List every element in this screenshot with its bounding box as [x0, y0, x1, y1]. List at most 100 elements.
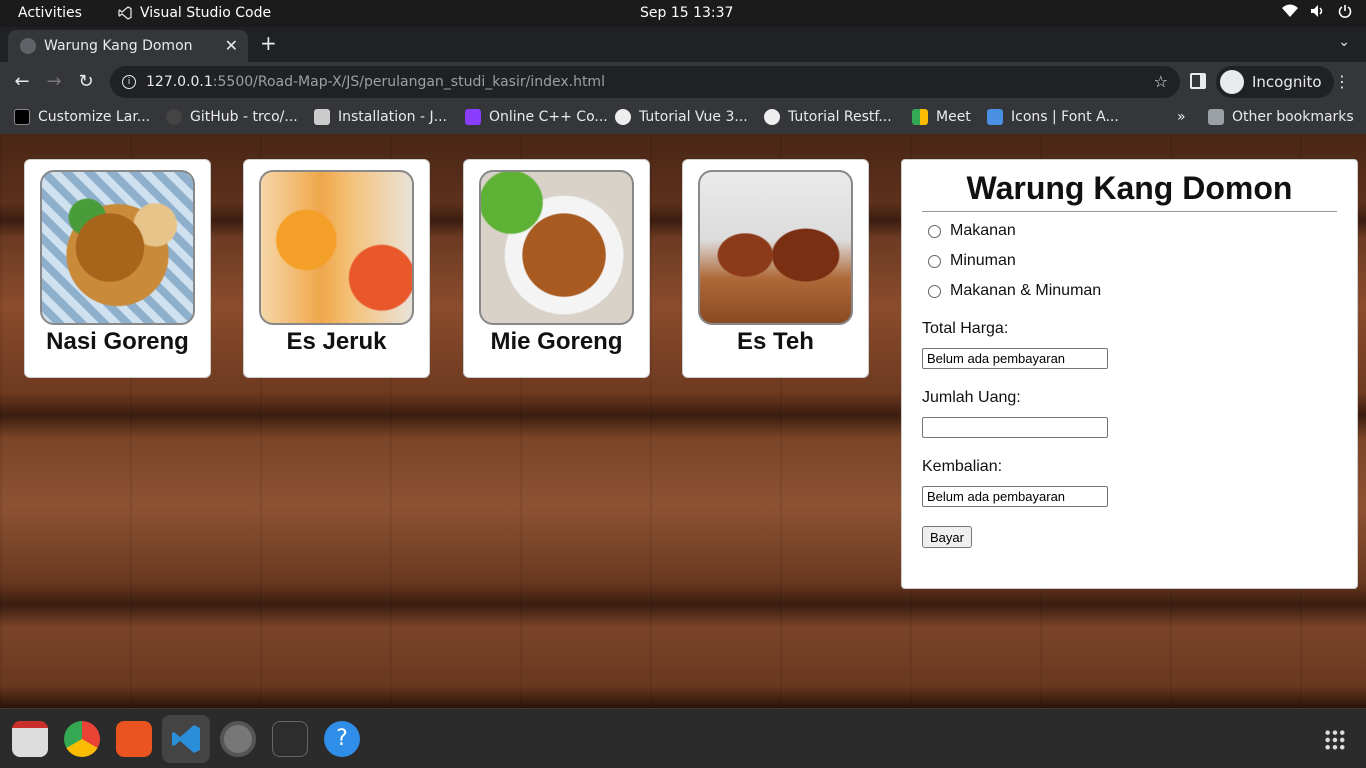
system-top-bar: Activities Visual Studio Code Sep 15 13:… [0, 0, 1366, 27]
bookmark-label: Online C++ Co... [489, 109, 608, 125]
menu-card-mie-goreng[interactable]: Mie Goreng [463, 159, 650, 378]
bookmark-item[interactable]: GitHub - trco/... [166, 109, 298, 125]
flag-icon [987, 109, 1003, 125]
menu-item-name: Es Jeruk [286, 328, 387, 355]
skull-icon [615, 109, 631, 125]
radio-button[interactable] [928, 284, 941, 298]
bookmark-item[interactable]: Tutorial Vue 3... [615, 109, 748, 125]
vscode-icon [118, 6, 132, 20]
files-icon[interactable] [12, 721, 48, 757]
power-icon [1338, 5, 1352, 18]
bookmark-label: Customize Lar... [38, 109, 151, 125]
es-jeruk-photo [259, 170, 414, 325]
bookmark-label: Tutorial Restf... [788, 109, 892, 125]
show-apps-icon[interactable] [1324, 729, 1346, 751]
reload-button[interactable]: ↻ [74, 71, 98, 92]
other-bookmarks-label: Other bookmarks [1232, 109, 1354, 125]
meet-icon [912, 109, 928, 125]
back-button[interactable]: ← [10, 71, 34, 92]
bookmark-item[interactable]: Online C++ Co... [465, 109, 608, 125]
terminal-icon[interactable] [272, 721, 308, 757]
browser-toolbar: ← → ↻ i 127.0.0.1:5500/Road-Map-X/JS/per… [0, 62, 1366, 102]
bookmark-item[interactable]: Meet [912, 109, 971, 125]
bookmark-item[interactable]: Customize Lar... [14, 109, 150, 125]
code-icon [465, 109, 481, 125]
menu-item-name: Mie Goreng [490, 328, 623, 355]
option-label: Makanan [950, 222, 1016, 239]
option-label: Makanan & Minuman [950, 282, 1102, 299]
clock[interactable]: Sep 15 13:37 [640, 5, 733, 21]
nasi-goreng-photo [40, 170, 195, 325]
url-host: 127.0.0.1 [146, 74, 213, 90]
app-center-icon[interactable] [116, 721, 152, 757]
menu-item-name: Es Teh [737, 328, 814, 355]
bookmarks-bar: Customize Lar... GitHub - trco/... Insta… [0, 102, 1366, 134]
tab-title: Warung Kang Domon [44, 38, 193, 54]
close-icon[interactable]: ✕ [225, 36, 238, 55]
cashier-panel: Warung Kang Domon Makanan Minuman Makana… [901, 159, 1358, 589]
menu-card-es-jeruk[interactable]: Es Jeruk [243, 159, 430, 378]
active-app-name: Visual Studio Code [140, 5, 272, 21]
dock: ? [0, 708, 1366, 768]
total-field[interactable]: Belum ada pembayaran [922, 348, 1108, 369]
pay-button[interactable]: Bayar [922, 526, 972, 548]
settings-icon[interactable] [220, 721, 256, 757]
option-makanan-minuman[interactable]: Makanan & Minuman [928, 282, 1101, 300]
volume-icon [1311, 5, 1323, 17]
skull-icon [764, 109, 780, 125]
bookmark-label: Icons | Font A... [1011, 109, 1119, 125]
total-label: Total Harga: [922, 320, 1009, 337]
mie-goreng-photo [479, 170, 634, 325]
folder-icon [1208, 109, 1224, 125]
github-icon [166, 109, 182, 125]
bookmark-item[interactable]: Tutorial Restf... [764, 109, 892, 125]
bookmark-item[interactable]: Installation - J... [314, 109, 447, 125]
address-bar[interactable]: i 127.0.0.1:5500/Road-Map-X/JS/perulanga… [110, 66, 1180, 98]
bookmark-star-icon[interactable]: ☆ [1154, 72, 1168, 91]
page-title: Warung Kang Domon [922, 170, 1337, 212]
radio-button[interactable] [928, 224, 941, 238]
option-minuman[interactable]: Minuman [928, 252, 1016, 270]
es-teh-photo [698, 170, 853, 325]
active-app-menu[interactable]: Visual Studio Code [118, 5, 271, 21]
bookmark-label: Meet [936, 109, 971, 125]
incognito-icon [1220, 70, 1244, 94]
more-menu-icon[interactable]: ⋮ [1334, 72, 1350, 91]
new-tab-button[interactable]: + [260, 31, 277, 55]
chevron-down-icon[interactable]: ⌄ [1338, 34, 1350, 50]
vscode-logo [172, 725, 200, 753]
bookmark-label: Installation - J... [338, 109, 447, 125]
option-makanan[interactable]: Makanan [928, 222, 1016, 240]
page-viewport: Nasi Goreng Es Jeruk Mie Goreng Es Teh W… [0, 134, 1366, 708]
activities-button[interactable]: Activities [18, 5, 82, 21]
dev-icon [14, 109, 30, 125]
wifi-icon [1282, 4, 1298, 17]
globe-icon [20, 38, 36, 54]
forward-button[interactable]: → [42, 71, 66, 92]
menu-card-nasi-goreng[interactable]: Nasi Goreng [24, 159, 211, 378]
info-icon[interactable]: i [122, 75, 136, 89]
menu-item-name: Nasi Goreng [46, 328, 189, 355]
bookmark-item[interactable]: Icons | Font A... [987, 109, 1119, 125]
incognito-label: Incognito [1252, 73, 1322, 91]
system-tray[interactable] [1282, 4, 1352, 18]
radio-button[interactable] [928, 254, 941, 268]
change-field[interactable]: Belum ada pembayaran [922, 486, 1108, 507]
change-label: Kembalian: [922, 458, 1003, 475]
vscode-icon[interactable] [162, 715, 210, 763]
other-bookmarks-folder[interactable]: Other bookmarks [1208, 109, 1354, 125]
chrome-icon[interactable] [64, 721, 100, 757]
option-label: Minuman [950, 252, 1016, 269]
incognito-indicator[interactable]: Incognito [1216, 66, 1334, 98]
browser-tab-bar: Warung Kang Domon ✕ [0, 27, 1366, 62]
bookmarks-overflow-button[interactable]: » [1177, 109, 1186, 125]
side-panel-icon[interactable] [1190, 73, 1206, 89]
help-icon[interactable]: ? [324, 721, 360, 757]
menu-card-es-teh[interactable]: Es Teh [682, 159, 869, 378]
overflow-label: » [1177, 109, 1186, 125]
browser-tab[interactable]: Warung Kang Domon ✕ [8, 30, 248, 62]
money-input[interactable] [922, 417, 1108, 438]
money-label: Jumlah Uang: [922, 389, 1021, 406]
book-icon [314, 109, 330, 125]
bookmark-label: GitHub - trco/... [190, 109, 298, 125]
